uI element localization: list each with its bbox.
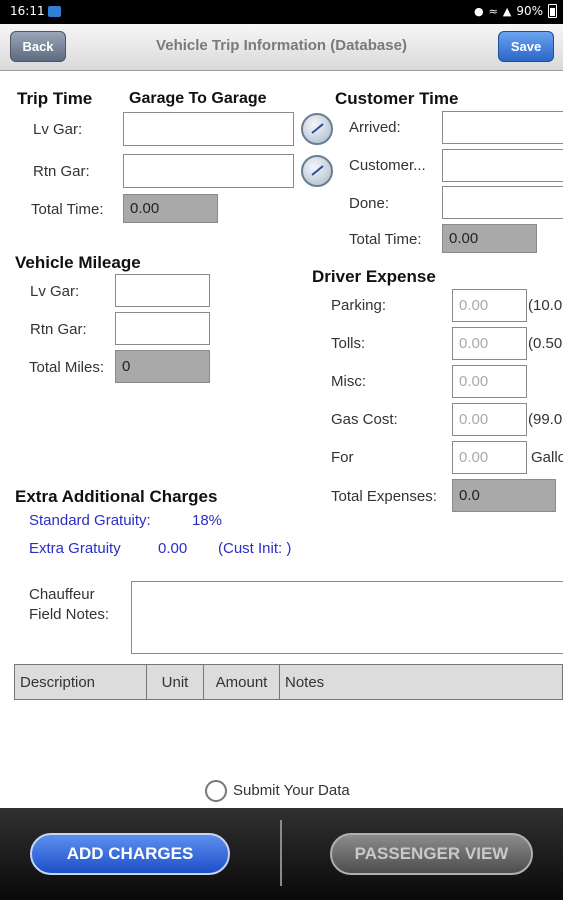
tolls-note: (0.50 (528, 335, 563, 352)
customer-input[interactable] (442, 149, 563, 182)
trip-total-time-label: Total Time: (31, 201, 104, 218)
mileage-rtn-gar-label: Rtn Gar: (30, 321, 87, 338)
column-notes: Notes (285, 673, 325, 691)
vehicle-mileage-heading: Vehicle Mileage (15, 253, 141, 272)
customer-time-heading: Customer Time (335, 89, 459, 108)
total-expenses-label: Total Expenses: (331, 488, 437, 505)
field-notes-label: Chauffeur Field Notes: (29, 586, 110, 623)
total-expenses-value: 0.0 (452, 479, 556, 512)
parking-input[interactable]: 0.00 (452, 289, 527, 322)
message-icon (48, 6, 61, 17)
extra-gratuity-label[interactable]: Extra Gratuity (29, 540, 121, 557)
trip-lv-gar-label: Lv Gar: (33, 121, 83, 138)
rtn-gar-clock-icon[interactable] (301, 155, 333, 187)
tolls-label: Tolls: (331, 335, 366, 352)
submit-data-label[interactable]: Submit Your Data (233, 782, 350, 799)
trip-rtn-gar-label: Rtn Gar: (33, 163, 90, 180)
location-icon: ● (474, 4, 484, 18)
standard-gratuity-value: 18% (192, 512, 223, 529)
arrived-input[interactable] (442, 111, 563, 144)
nav-bar: Back Vehicle Trip Information (Database)… (0, 24, 563, 71)
bottom-bar: ADD CHARGES PASSENGER VIEW (0, 808, 563, 900)
customer-label: Customer... (349, 157, 426, 174)
extra-gratuity-value[interactable]: 0.00 (158, 540, 187, 557)
gas-cost-label: Gas Cost: (331, 411, 398, 428)
column-amount: Amount (204, 665, 280, 699)
trip-time-heading: Trip Time (17, 89, 93, 108)
gallons-note: Gallo (531, 449, 563, 466)
total-miles-value: 0 (115, 350, 210, 383)
parking-label: Parking: (331, 297, 387, 314)
gas-cost-note: (99.0 (528, 411, 563, 428)
battery-percent: 90% (516, 4, 543, 18)
page-title: Vehicle Trip Information (Database) (156, 37, 407, 54)
save-button[interactable]: Save (498, 31, 554, 62)
column-description: Description (15, 665, 147, 699)
mileage-lv-gar-label: Lv Gar: (30, 283, 80, 300)
charges-table-header: Description Unit Amount Notes (14, 664, 563, 700)
driver-expense-heading: Driver Expense (312, 267, 436, 286)
status-time: 16:11 (10, 4, 45, 18)
standard-gratuity-label: Standard Gratuity: (29, 512, 151, 529)
misc-label: Misc: (331, 373, 366, 390)
mileage-lv-gar-input[interactable] (115, 274, 210, 307)
field-notes-input[interactable] (131, 581, 563, 654)
gallons-input[interactable]: 0.00 (452, 441, 527, 474)
bottom-divider (280, 820, 282, 886)
battery-icon (548, 4, 557, 18)
submit-data-radio[interactable] (205, 780, 227, 802)
trip-rtn-gar-input[interactable] (123, 154, 294, 188)
garage-to-garage-heading: Garage To Garage (129, 90, 267, 107)
trip-lv-gar-input[interactable] (123, 112, 294, 146)
customer-total-time-label: Total Time: (349, 231, 422, 248)
wifi-icon: ≈ (488, 4, 498, 18)
misc-input[interactable]: 0.00 (452, 365, 527, 398)
for-label: For (331, 449, 354, 466)
extra-charges-heading: Extra Additional Charges (15, 487, 218, 506)
tolls-input[interactable]: 0.00 (452, 327, 527, 360)
status-icons: ● ≈ ▲ 90% (474, 4, 557, 18)
gas-cost-input[interactable]: 0.00 (452, 403, 527, 436)
passenger-view-button[interactable]: PASSENGER VIEW (330, 833, 533, 875)
add-charges-button[interactable]: ADD CHARGES (30, 833, 230, 875)
parking-note: (10.0 (528, 297, 563, 314)
customer-total-time-value: 0.00 (442, 224, 537, 253)
signal-icon: ▲ (502, 4, 512, 18)
done-input[interactable] (442, 186, 563, 219)
done-label: Done: (349, 195, 390, 212)
total-miles-label: Total Miles: (29, 359, 105, 376)
arrived-label: Arrived: (349, 119, 401, 136)
column-unit: Unit (147, 665, 204, 699)
status-bar: 16:11 ● ≈ ▲ 90% (0, 0, 563, 24)
mileage-rtn-gar-input[interactable] (115, 312, 210, 345)
cust-init[interactable]: (Cust Init: ) (218, 540, 291, 557)
lv-gar-clock-icon[interactable] (301, 113, 333, 145)
trip-total-time-value: 0.00 (123, 194, 218, 223)
